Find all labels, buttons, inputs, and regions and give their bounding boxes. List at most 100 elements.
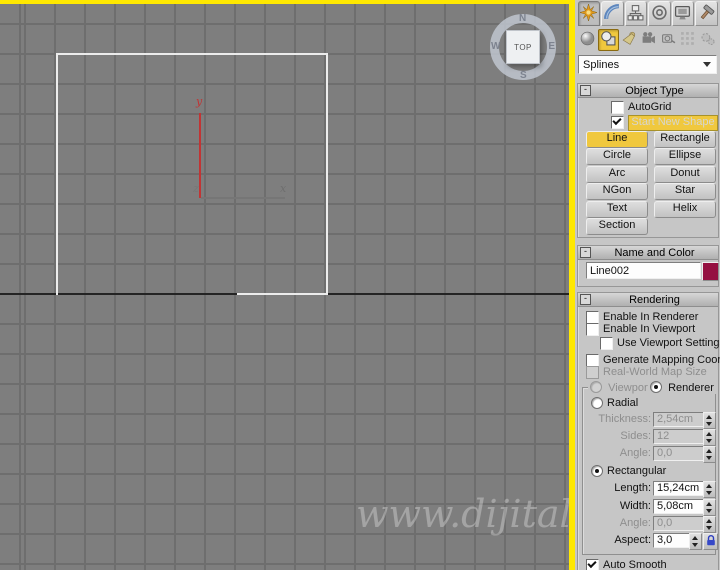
thickness-spinner[interactable] <box>703 412 716 429</box>
rectangle-button[interactable]: Rectangle <box>654 131 716 148</box>
category-lights[interactable] <box>619 29 639 51</box>
donut-button[interactable]: Donut <box>654 166 716 183</box>
viewcube-east[interactable]: E <box>548 41 555 52</box>
arc-button[interactable]: Arc <box>586 166 648 183</box>
collapse-icon[interactable]: - <box>580 247 591 258</box>
sides-label: Sides: <box>620 430 651 442</box>
tab-display[interactable] <box>671 1 694 26</box>
tab-create[interactable] <box>577 1 600 26</box>
top-viewport[interactable]: y x z N S W E TOP www.dijitalders <box>0 0 575 570</box>
command-panel: Splines - Object Type AutoGrid Start New… <box>575 0 720 570</box>
3dsmax-window: y x z N S W E TOP www.dijitalders <box>0 0 720 570</box>
radial-radio[interactable] <box>591 397 603 409</box>
rollout-title: Name and Color <box>614 246 695 259</box>
start-new-shape-checkbox[interactable] <box>611 116 624 129</box>
object-color-swatch[interactable] <box>702 262 719 281</box>
aspect-label: Aspect: <box>614 534 651 546</box>
category-systems[interactable] <box>697 29 717 51</box>
thickness-field[interactable]: 2,54cm <box>653 412 704 427</box>
gizmo-y-axis <box>199 113 201 198</box>
rectangle-spline-bottom-edge <box>237 293 327 295</box>
category-cameras[interactable] <box>639 29 659 51</box>
tab-hierarchy[interactable] <box>624 1 647 26</box>
collapse-icon[interactable]: - <box>580 85 591 96</box>
text-button[interactable]: Text <box>586 201 648 218</box>
real-world-map-size-checkbox[interactable] <box>586 366 599 379</box>
length-field[interactable]: 15,24cm <box>653 481 704 496</box>
ngon-button[interactable]: NGon <box>586 183 648 200</box>
display-icon <box>674 4 691 24</box>
renderer-radio[interactable] <box>650 381 662 393</box>
enable-in-viewport-checkbox[interactable] <box>586 323 599 336</box>
category-space-warps[interactable] <box>678 29 698 51</box>
rollout-header-name-color[interactable]: - Name and Color <box>578 246 718 260</box>
viewcube-top-face[interactable]: TOP <box>506 30 540 64</box>
ellipse-button[interactable]: Ellipse <box>654 148 716 165</box>
space-warps-icon <box>680 31 695 49</box>
viewcube-west[interactable]: W <box>491 41 500 52</box>
cameras-icon <box>641 31 656 49</box>
helpers-icon <box>661 31 676 49</box>
create-categories <box>578 29 717 51</box>
rollout-object-type: - Object Type AutoGrid Start New Shape L… <box>577 83 719 238</box>
thickness-label: Thickness: <box>598 413 651 425</box>
tab-motion[interactable] <box>648 1 671 26</box>
viewport-radio[interactable] <box>590 381 602 393</box>
width-field[interactable]: 5,08cm <box>653 499 704 514</box>
systems-icon <box>700 31 715 49</box>
angle-rect-label: Angle: <box>619 517 651 529</box>
star-button[interactable]: Star <box>654 183 716 200</box>
generate-mapping-coords-label: Generate Mapping Coords. <box>603 354 720 366</box>
autogrid-checkbox[interactable] <box>611 101 624 114</box>
rollout-header-object-type[interactable]: - Object Type <box>578 84 718 98</box>
utilities-icon <box>698 4 715 24</box>
use-viewport-settings-checkbox[interactable] <box>600 337 613 350</box>
enable-in-viewport-label: Enable In Viewport <box>603 323 696 335</box>
angle-radial-label: Angle: <box>619 447 651 459</box>
auto-smooth-label: Auto Smooth <box>603 559 667 570</box>
width-spinner[interactable] <box>703 499 716 516</box>
active-viewport-border-top <box>0 0 575 4</box>
length-spinner[interactable] <box>703 481 716 498</box>
aspect-spinner[interactable] <box>689 533 702 550</box>
sides-spinner[interactable] <box>703 429 716 446</box>
aspect-lock-button[interactable] <box>703 533 718 550</box>
length-label: Length: <box>614 482 651 494</box>
tab-modify[interactable] <box>601 1 624 26</box>
enable-in-renderer-label: Enable In Renderer <box>603 311 699 323</box>
rollout-title: Object Type <box>625 84 684 97</box>
gizmo-y-label: y <box>196 95 203 108</box>
width-label: Width: <box>619 500 651 512</box>
category-shapes[interactable] <box>597 29 620 51</box>
auto-smooth-checkbox[interactable] <box>586 559 599 570</box>
tab-utilities[interactable] <box>695 1 718 26</box>
category-helpers[interactable] <box>658 29 678 51</box>
circle-button[interactable]: Circle <box>586 148 648 165</box>
section-button[interactable]: Section <box>586 218 648 235</box>
start-new-shape-button[interactable]: Start New Shape <box>628 115 718 131</box>
helix-button[interactable]: Helix <box>654 201 716 218</box>
sides-field[interactable]: 12 <box>653 429 704 444</box>
rollout-header-rendering[interactable]: - Rendering <box>578 293 718 307</box>
object-name-input[interactable] <box>586 262 701 279</box>
rectangle-spline[interactable] <box>56 53 328 295</box>
angle-rect-spinner[interactable] <box>703 516 716 533</box>
angle-rect-field[interactable]: 0,0 <box>653 516 704 531</box>
lock-icon <box>706 534 716 549</box>
real-world-map-size-label: Real-World Map Size <box>603 366 707 378</box>
angle-radial-spinner[interactable] <box>703 446 716 463</box>
radial-radio-label: Radial <box>607 397 639 409</box>
rollout-rendering: - Rendering Enable In Renderer Enable In… <box>577 292 720 570</box>
gizmo-x-label: x <box>280 182 287 195</box>
category-geometry[interactable] <box>578 29 598 51</box>
aspect-field[interactable]: 3,0 <box>653 533 691 548</box>
shape-category-dropdown[interactable]: Splines <box>578 55 717 74</box>
viewcube-north[interactable]: N <box>519 13 526 24</box>
rectangular-radio[interactable] <box>591 465 603 477</box>
collapse-icon[interactable]: - <box>580 294 591 305</box>
line-button[interactable]: Line <box>586 131 648 148</box>
viewcube-south[interactable]: S <box>520 70 527 81</box>
angle-radial-field[interactable]: 0,0 <box>653 446 704 461</box>
viewcube[interactable]: N S W E TOP <box>488 12 558 82</box>
gizmo-x-axis <box>201 197 285 199</box>
